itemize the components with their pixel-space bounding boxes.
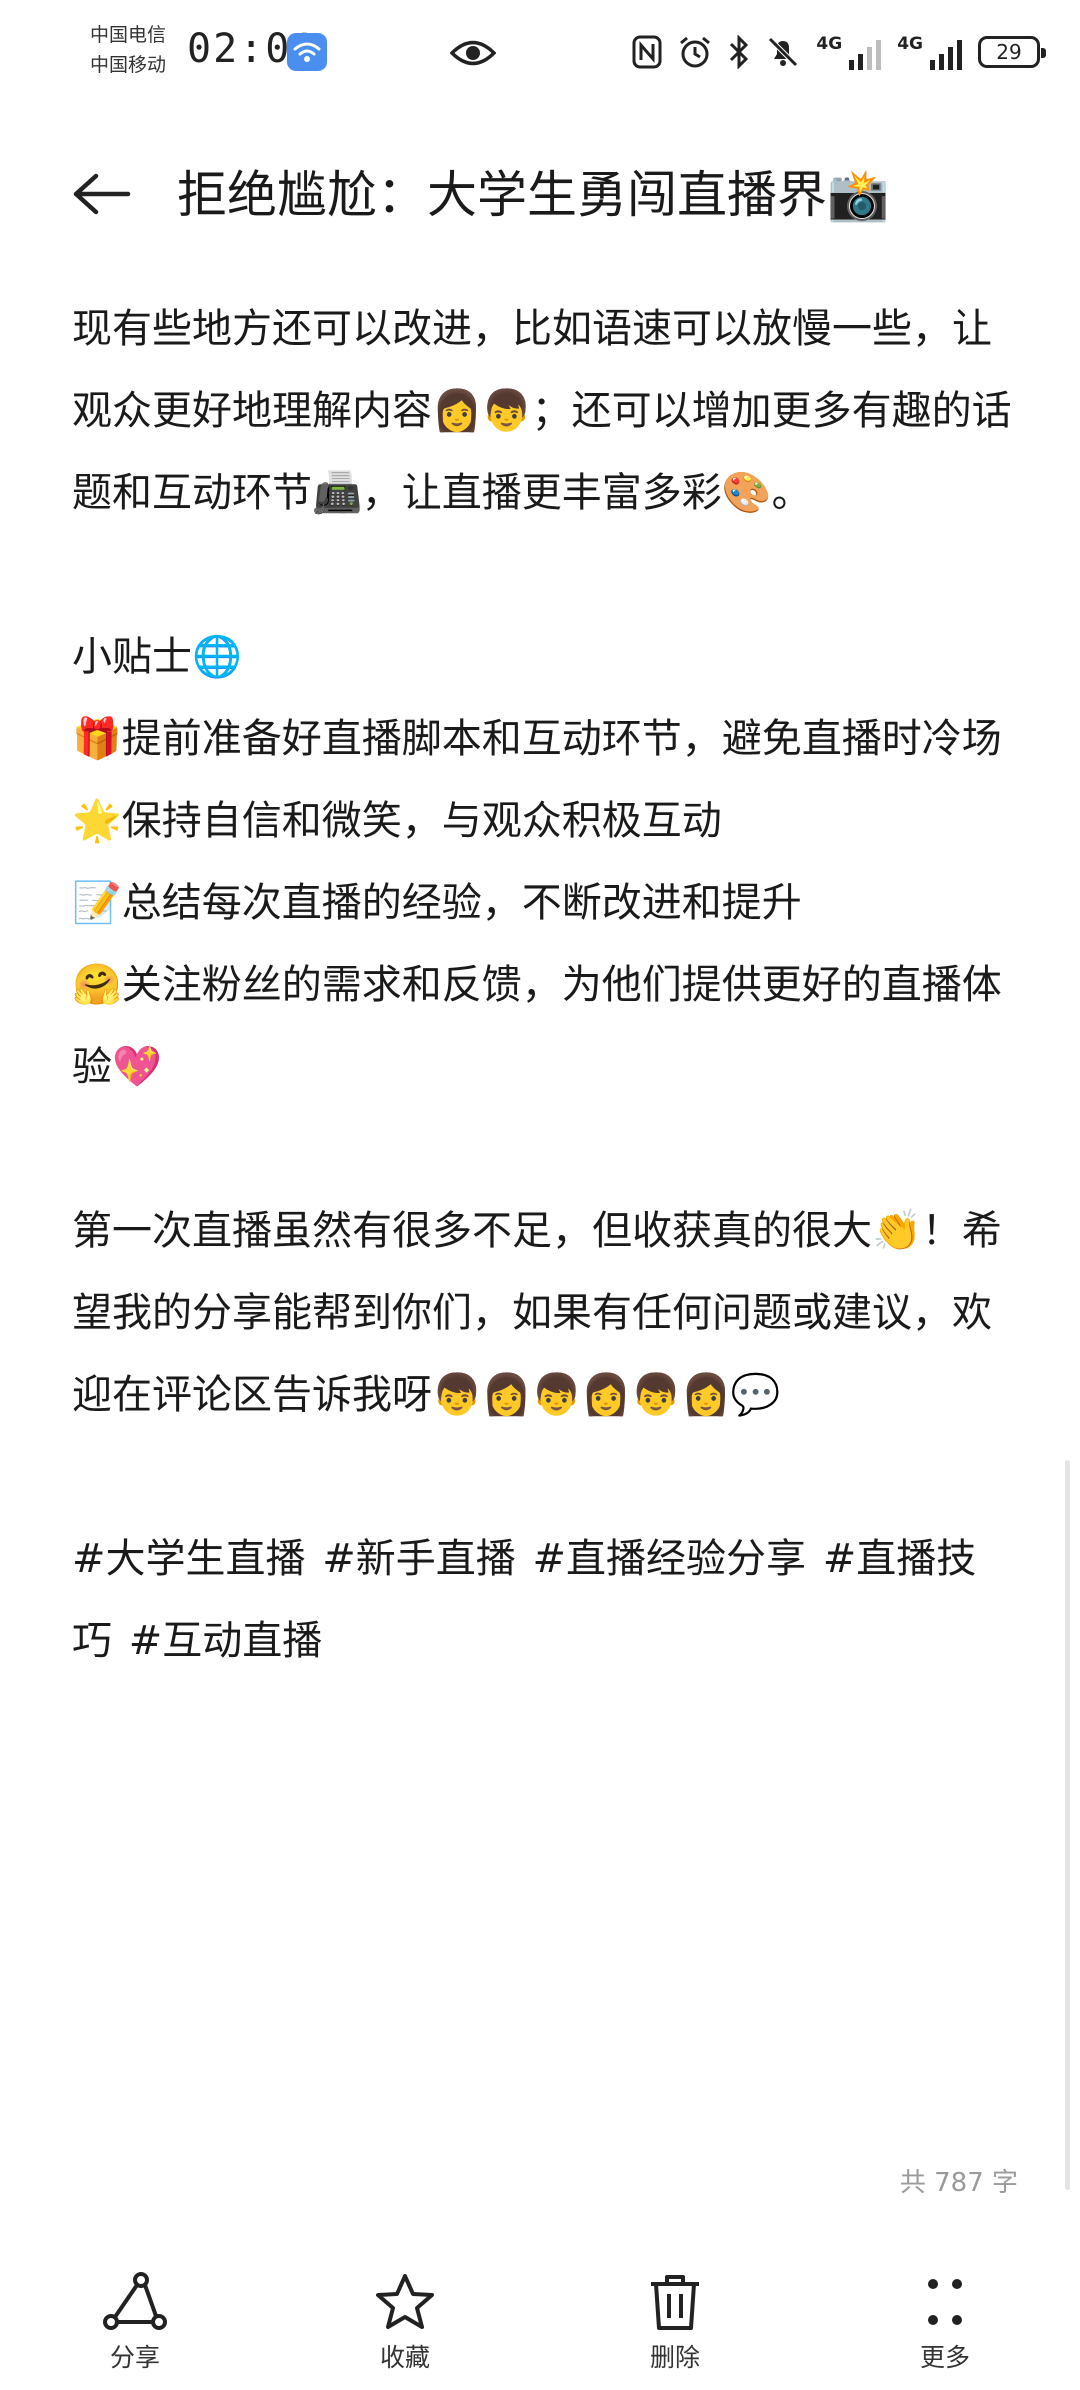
- star-icon: [376, 2274, 434, 2329]
- trash-icon: [651, 2275, 699, 2330]
- signal-icon-2: 4G: [897, 34, 962, 70]
- favorite-label: 收藏: [379, 2343, 430, 2372]
- mute-icon: [766, 35, 800, 69]
- carrier-2: 中国移动: [90, 54, 167, 76]
- bluetooth-icon: [728, 35, 750, 69]
- tip-item-2: 🌟保持自信和微笑，与观众积极互动: [72, 798, 722, 844]
- page-title: 拒绝尴尬：大学生勇闯直播界📸: [177, 166, 890, 224]
- more-button[interactable]: 更多: [810, 2250, 1080, 2390]
- paragraph-1: 现有些地方还可以改进，比如语速可以放慢一些，让观众更好地理解内容👩👦；还可以增加…: [72, 306, 1012, 516]
- tip-item-4: 🤗关注粉丝的需求和反馈，为他们提供更好的直播体验💖: [72, 962, 1002, 1090]
- scrollbar[interactable]: [1065, 1460, 1070, 2190]
- more-label: 更多: [919, 2343, 970, 2372]
- status-bar: 中国电信 中国移动 02:01 4G 4G 29: [0, 0, 1080, 110]
- network-type-1: 4G: [816, 34, 843, 54]
- delete-button[interactable]: 删除: [540, 2250, 810, 2390]
- favorite-button[interactable]: 收藏: [270, 2250, 540, 2390]
- carrier-info: 中国电信 中国移动: [90, 20, 190, 80]
- signal-icon-1: 4G: [816, 34, 882, 70]
- tip-item-3: 📝总结每次直播的经验，不断改进和提升: [72, 880, 802, 926]
- header: 拒绝尴尬：大学生勇闯直播界📸: [0, 140, 1080, 250]
- paragraph-2: 第一次直播虽然有很多不足，但收获真的很大👏！希望我的分享能帮到你们，如果有任何问…: [72, 1208, 1002, 1418]
- word-count: 共 787 字: [899, 2168, 1018, 2198]
- network-type-2: 4G: [897, 34, 923, 54]
- tip-item-1: 🎁提前准备好直播脚本和互动环节，避免直播时冷场: [72, 716, 1002, 762]
- delete-label: 删除: [649, 2343, 700, 2372]
- status-icons: 4G 4G 29: [632, 30, 1046, 74]
- battery-icon: 29: [978, 36, 1046, 68]
- back-button[interactable]: [66, 158, 138, 230]
- alarm-icon: [678, 35, 712, 69]
- share-icon: [103, 2272, 167, 2330]
- battery-level: 29: [996, 40, 1022, 64]
- share-button[interactable]: 分享: [0, 2250, 270, 2390]
- note-screen: 中国电信 中国移动 02:01 4G 4G 29 拒绝尴尬：大学生勇闯直播界📸 …: [0, 0, 1080, 2390]
- hashtags: #大学生直播 #新手直播 #直播经验分享 #直播技巧 #互动直播: [72, 1536, 977, 1664]
- bottom-toolbar: 分享 收藏 删除 更多: [0, 2250, 1080, 2390]
- tips-title: 小贴士🌐: [72, 634, 242, 680]
- carrier-1: 中国电信: [90, 24, 167, 46]
- wifi-icon: [287, 33, 327, 71]
- arrow-left-icon: [73, 173, 131, 215]
- eye-icon: [450, 38, 496, 68]
- more-icon: [928, 2279, 962, 2325]
- note-content: 现有些地方还可以改进，比如语速可以放慢一些，让观众更好地理解内容👩👦；还可以增加…: [72, 288, 1012, 1682]
- share-label: 分享: [109, 2343, 160, 2372]
- nfc-icon: [632, 35, 662, 69]
